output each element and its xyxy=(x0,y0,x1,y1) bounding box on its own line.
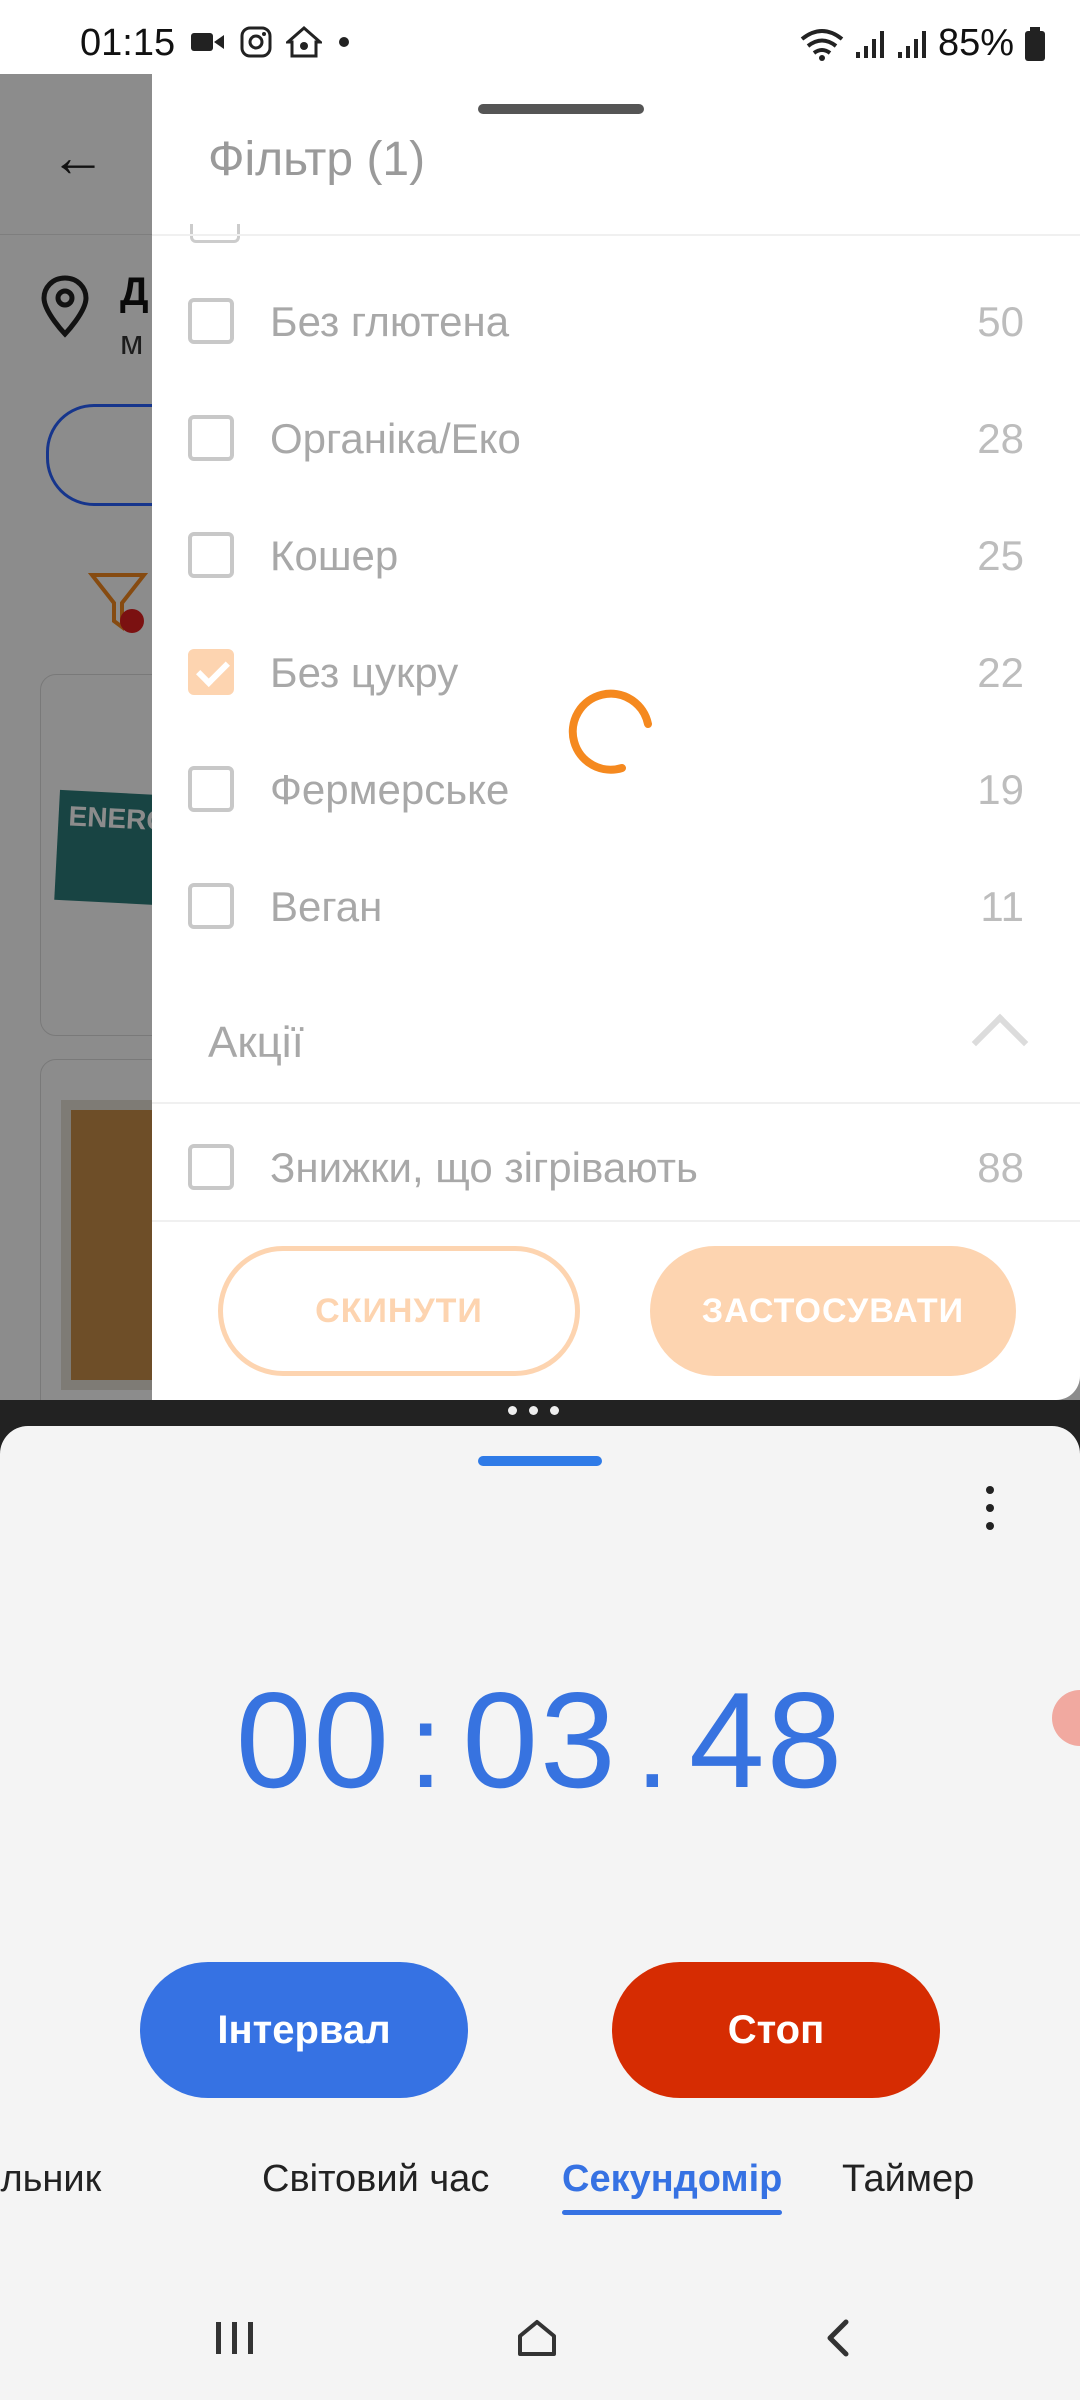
divider xyxy=(152,234,1080,236)
option-count: 22 xyxy=(977,649,1024,696)
lap-button[interactable]: Інтервал xyxy=(140,1962,468,2098)
instagram-icon xyxy=(240,26,272,58)
tab-stopwatch[interactable]: Секундомір xyxy=(562,2158,783,2215)
tab-world-clock[interactable]: Світовий час xyxy=(262,2158,489,2201)
wifi-icon xyxy=(800,28,844,61)
chevron-up-icon[interactable] xyxy=(971,1013,1029,1071)
stopwatch-time: 00:03. 48 xyxy=(0,1662,1080,1818)
checkbox[interactable] xyxy=(188,298,234,344)
section-title-promotions[interactable]: Акції xyxy=(208,1018,304,1068)
status-time: 01:15 xyxy=(80,22,176,64)
back-icon[interactable] xyxy=(816,2316,862,2360)
option-count: 28 xyxy=(977,415,1024,462)
option-label: Без глютена xyxy=(270,298,510,345)
option-label: Веган xyxy=(270,883,383,930)
recent-apps-icon[interactable] xyxy=(212,2316,258,2360)
divider-handle-icon[interactable] xyxy=(508,1406,559,1415)
signal-icon xyxy=(855,30,884,58)
filter-option[interactable]: Без глютена 50 xyxy=(152,268,1080,384)
time-seconds: 03 xyxy=(462,1664,618,1816)
battery-icon xyxy=(1025,26,1045,61)
option-label: Без цукру xyxy=(270,649,459,696)
checkbox[interactable] xyxy=(188,1144,234,1190)
option-label: Знижки, що зігрівають xyxy=(270,1144,698,1191)
time-hundredths: 48 xyxy=(688,1664,845,1816)
checkbox[interactable] xyxy=(188,883,234,929)
battery-percent: 85% xyxy=(937,22,1014,64)
status-bar: 01:15 85% xyxy=(0,0,1080,74)
signal-icon xyxy=(897,30,926,58)
checkbox[interactable] xyxy=(188,766,234,812)
home-icon[interactable] xyxy=(514,2316,560,2360)
checkbox[interactable] xyxy=(188,532,234,578)
filter-option[interactable]: Знижки, що зігрівають 88 xyxy=(152,1114,1080,1230)
clock-tabs: ільник Світовий час Секундомір Таймер xyxy=(0,2158,1080,2238)
filter-option[interactable]: Веган 11 xyxy=(152,853,1080,969)
home-app-icon xyxy=(286,26,322,58)
dot-icon xyxy=(339,37,349,47)
stop-button[interactable]: Стоп xyxy=(612,1962,940,2098)
time-separator: . xyxy=(635,1679,671,1813)
window-handle[interactable] xyxy=(478,1456,602,1466)
tab-timer[interactable]: Таймер xyxy=(842,2158,974,2201)
loading-spinner-icon xyxy=(568,689,652,774)
filter-option[interactable]: Кошер 25 xyxy=(152,502,1080,618)
checkbox[interactable] xyxy=(188,415,234,461)
option-label: Кошер xyxy=(270,532,399,579)
reset-button[interactable]: СКИНУТИ xyxy=(218,1246,580,1376)
divider xyxy=(152,1220,1080,1222)
option-count: 11 xyxy=(980,883,1024,930)
option-label: Фермерське xyxy=(270,766,510,813)
sheet-title: Фільтр (1) xyxy=(208,133,426,186)
sheet-drag-handle[interactable] xyxy=(478,104,644,114)
more-options-icon[interactable] xyxy=(980,1486,1000,1530)
video-camera-icon xyxy=(191,33,224,51)
clock-app: 00:03. 48 Інтервал Стоп ільник Світовий ч… xyxy=(0,1426,1080,2400)
option-count: 50 xyxy=(977,298,1024,345)
system-nav-bar xyxy=(0,2286,1080,2400)
option-count: 19 xyxy=(977,766,1024,813)
filter-option[interactable]: Органіка/Еко 28 xyxy=(152,385,1080,501)
time-separator: : xyxy=(409,1679,445,1813)
filter-sheet: Фільтр (1) Без глютена 50 Органіка/Еко 2… xyxy=(152,74,1080,1400)
apply-button[interactable]: ЗАСТОСУВАТИ xyxy=(650,1246,1016,1376)
time-minutes: 00 xyxy=(235,1664,392,1816)
tab-alarm[interactable]: ільник xyxy=(0,2158,101,2201)
option-count: 25 xyxy=(977,532,1024,579)
option-count: 88 xyxy=(977,1144,1024,1191)
option-label: Органіка/Еко xyxy=(270,415,521,462)
checkbox-checked[interactable] xyxy=(188,649,234,695)
divider xyxy=(152,1102,1080,1104)
